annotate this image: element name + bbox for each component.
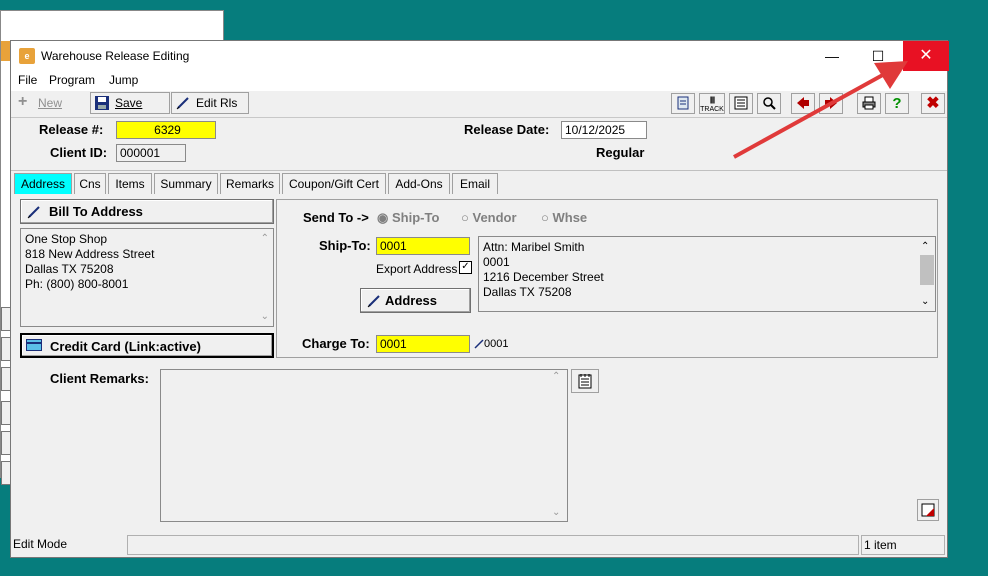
radio-whse[interactable]: ○ Whse [541, 210, 587, 225]
pencil-icon [176, 97, 189, 110]
tab-cns[interactable]: Cns [74, 173, 106, 194]
status-middle [127, 535, 859, 555]
client-id-label: Client ID: [50, 145, 108, 160]
charge-to-label: Charge To: [302, 336, 370, 351]
scroll-down-icon[interactable]: ⌄ [921, 294, 929, 309]
ship-to-line: Dallas TX 75208 [483, 285, 572, 299]
export-address-checkbox[interactable]: ✓ [459, 261, 472, 274]
radio-empty-icon: ○ [541, 210, 549, 225]
client-id-field[interactable]: 000001 [116, 144, 186, 162]
save-button[interactable]: Save [90, 92, 170, 114]
address-scrollbar[interactable]: ⌃ ⌄ [919, 237, 935, 311]
credit-card-button[interactable]: Credit Card (Link:active) [20, 333, 274, 358]
radio-vendor[interactable]: ○ Vendor [461, 210, 517, 225]
release-number-label: Release #: [39, 122, 104, 137]
pencil-icon[interactable] [474, 339, 484, 349]
scroll-up-icon[interactable]: ⌃ [261, 231, 269, 246]
pencil-icon [27, 206, 40, 219]
floppy-disk-icon [95, 96, 109, 110]
bill-to-address-box[interactable]: One Stop Shop 818 New Address Street Dal… [20, 228, 274, 327]
radio-ship-to[interactable]: ◉ Ship-To [377, 210, 439, 226]
scroll-up-icon[interactable]: ⌃ [921, 239, 929, 254]
send-to-label: Send To -> [303, 210, 369, 225]
scroll-down-icon[interactable]: ⌄ [261, 309, 269, 324]
release-number-field[interactable]: 6329 [116, 121, 216, 139]
scroll-down-icon[interactable]: ⌄ [552, 507, 560, 518]
annotation-arrow-icon [733, 61, 908, 159]
menu-program[interactable]: Program [49, 73, 95, 87]
app-icon: e [19, 48, 35, 64]
export-address-label: Export Address [376, 262, 458, 276]
tab-email[interactable]: Email [452, 173, 498, 194]
client-remarks-textarea[interactable] [160, 369, 568, 522]
ship-to-line: Attn: Maribel Smith [483, 240, 585, 254]
bill-to-line: 818 New Address Street [25, 247, 155, 261]
release-date-field[interactable]: 10/12/2025 [561, 121, 647, 139]
credit-card-icon [26, 339, 42, 351]
ship-to-address-box[interactable]: Attn: Maribel Smith 0001 1216 December S… [478, 236, 936, 312]
charge-to-display: 0001 [484, 338, 509, 350]
ship-to-line: 0001 [483, 255, 510, 269]
charge-to-field[interactable]: 0001 [376, 335, 470, 353]
status-count: 1 item [861, 535, 945, 555]
status-bar: Edit Mode 1 item [11, 533, 947, 557]
bill-to-address-button[interactable]: Bill To Address [20, 199, 274, 224]
barcode-track-icon[interactable]: |||||| TRACK [699, 93, 725, 114]
bill-to-line: Dallas TX 75208 [25, 262, 114, 276]
plus-icon: + [18, 93, 28, 110]
edit-rls-button[interactable]: Edit Rls [171, 92, 249, 114]
menu-file[interactable]: File [18, 73, 37, 87]
scroll-thumb[interactable] [920, 255, 934, 285]
new-button[interactable]: + New [13, 92, 89, 114]
tab-remarks[interactable]: Remarks [220, 173, 280, 194]
ship-to-field[interactable]: 0001 [376, 237, 470, 255]
send-to-panel: Send To -> ◉ Ship-To ○ Vendor ○ Whse Shi… [276, 199, 938, 358]
ship-to-label: Ship-To: [319, 238, 371, 253]
client-remarks-label: Client Remarks: [50, 371, 149, 386]
radio-empty-icon: ○ [461, 210, 469, 225]
release-date-label: Release Date: [464, 122, 550, 137]
radio-selected-icon: ◉ [377, 210, 389, 225]
tab-coupon-gift-cert[interactable]: Coupon/Gift Cert [282, 173, 386, 194]
tab-summary[interactable]: Summary [154, 173, 218, 194]
scroll-up-icon[interactable]: ⌃ [552, 371, 560, 382]
address-button[interactable]: Address [360, 288, 471, 313]
pencil-icon [367, 295, 380, 308]
resize-icon[interactable] [917, 499, 939, 521]
bill-to-line: Ph: (800) 800-8001 [25, 277, 129, 291]
notes-icon[interactable] [671, 93, 695, 114]
tab-address[interactable]: Address [14, 173, 72, 194]
tab-add-ons[interactable]: Add-Ons [388, 173, 450, 194]
ship-to-line: 1216 December Street [483, 270, 604, 284]
remarks-notes-icon[interactable] [571, 369, 599, 393]
divider [11, 170, 947, 171]
window-title: Warehouse Release Editing [41, 49, 190, 63]
exit-icon[interactable]: ✖ [921, 93, 945, 114]
bill-to-line: One Stop Shop [25, 232, 108, 246]
menu-jump[interactable]: Jump [109, 73, 138, 87]
status-mode: Edit Mode [13, 537, 68, 551]
release-type: Regular [596, 145, 645, 160]
tab-items[interactable]: Items [108, 173, 152, 194]
